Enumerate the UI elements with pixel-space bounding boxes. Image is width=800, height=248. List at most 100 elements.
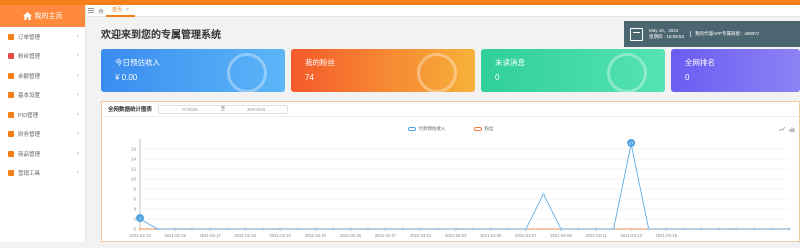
legend-item-fans[interactable]: 粉丝 xyxy=(473,126,494,132)
sidebar-brand[interactable]: 我的主页 xyxy=(0,5,85,27)
sidebar-item[interactable]: 粉丝管理 › xyxy=(0,47,85,67)
data-point xyxy=(594,227,598,231)
menu-toggle-icon[interactable] xyxy=(86,5,96,17)
chart-legend: 付款预估收入 粉丝 xyxy=(102,126,799,132)
sidebar-item-label: 订单管理 xyxy=(18,34,41,41)
stats-panel: 全网数据统计图表 Pri2028 至 30R2026 付款预估收入 粉丝 0 2 4… xyxy=(101,101,800,242)
data-point xyxy=(647,227,650,231)
tab-home-icon[interactable] xyxy=(96,5,106,17)
data-point xyxy=(752,227,756,231)
card-value: 74 xyxy=(305,73,314,82)
data-point xyxy=(682,227,686,231)
bar-chart-icon[interactable] xyxy=(789,127,795,132)
chevron-right-icon: › xyxy=(77,33,79,40)
legend-label: 粉丝 xyxy=(484,126,494,131)
chart-toolbox xyxy=(779,127,795,132)
data-point xyxy=(296,227,300,231)
data-point xyxy=(542,227,545,231)
line-chart-icon[interactable] xyxy=(779,127,785,132)
card-my-fans[interactable]: 我的粉丝 74 xyxy=(291,49,475,92)
line-chart: 0 2 4 6 8 10 12 14 16 2021-02-13 2021-02-15 2021-02… xyxy=(129,139,791,238)
tabs-bar: 首页 × xyxy=(86,5,800,17)
data-point xyxy=(331,227,335,231)
date-range-picker[interactable]: Pri2028 至 30R2026 xyxy=(158,104,289,114)
y-tick-label: 6 xyxy=(133,197,136,202)
x-tick-label: 2021-03-07 xyxy=(515,233,537,238)
data-point xyxy=(717,227,721,231)
y-tick-label: 16 xyxy=(131,147,137,152)
tab-home[interactable]: 首页 × xyxy=(106,5,135,17)
sidebar-item-label: 基本设置 xyxy=(18,93,41,100)
data-point xyxy=(664,227,668,231)
x-tick-label: 2021-03-09 xyxy=(550,233,572,238)
data-point xyxy=(226,227,229,231)
card-global-rank[interactable]: 全网排名 0 xyxy=(671,49,800,92)
card-title: 今日预估收入 xyxy=(115,58,160,67)
data-point xyxy=(454,227,457,231)
card-today-income[interactable]: 今日预估收入 ¥ 0.00 xyxy=(101,49,285,92)
chevron-right-icon: › xyxy=(77,170,79,177)
card-value: ¥ 0.00 xyxy=(115,73,138,82)
legend-swatch-icon xyxy=(407,127,416,131)
users-icon xyxy=(417,53,457,92)
data-point xyxy=(366,227,370,231)
data-point xyxy=(279,227,282,231)
sidebar-item[interactable]: PID管理 › xyxy=(0,105,85,125)
notice-message[interactable]: 我的代理APP专属链接：a9097z xyxy=(690,31,759,37)
sidebar-item-label: 余额管理 xyxy=(18,73,41,80)
sidebar-item[interactable]: 余额管理 › xyxy=(0,66,85,86)
data-point xyxy=(542,192,545,196)
card-value: 0 xyxy=(495,73,500,82)
sidebar-item[interactable]: 商品管理 › xyxy=(0,144,85,164)
data-point xyxy=(314,227,317,231)
chart-area: 付款预估收入 粉丝 0 2 4 6 8 10 12 14 16 2021-02-13 2021-02… xyxy=(102,117,799,243)
x-tick-label: 2021-02-27 xyxy=(375,233,397,238)
chevron-right-icon: › xyxy=(77,92,79,99)
x-tick-label: 2021-03-15 xyxy=(656,233,678,238)
menu-icon xyxy=(8,131,14,138)
x-tick-label: 2021-02-25 xyxy=(340,233,362,238)
data-point xyxy=(787,227,791,231)
menu-icon xyxy=(8,33,14,40)
data-point xyxy=(436,227,440,231)
legend-item-income[interactable]: 付款预估收入 xyxy=(407,126,446,132)
tab-close-icon[interactable]: × xyxy=(126,7,129,13)
card-title: 全网排名 xyxy=(685,58,715,67)
y-tick-label: 2 xyxy=(133,217,136,222)
data-point xyxy=(243,227,247,231)
sidebar-item[interactable]: 基本设置 › xyxy=(0,86,85,106)
legend-swatch-icon xyxy=(473,127,482,131)
data-point xyxy=(524,227,528,231)
date-start[interactable]: Pri2028 xyxy=(159,107,221,112)
data-point xyxy=(208,227,212,231)
sidebar-item[interactable]: 财务管理 › xyxy=(0,125,85,145)
sidebar-item[interactable]: 订单管理 › xyxy=(0,27,85,47)
x-tick-label: 2021-03-01 xyxy=(410,233,432,238)
date-end[interactable]: 30R2026 xyxy=(225,107,287,112)
x-tick-label: 2021-02-17 xyxy=(199,233,221,238)
page-title: 欢迎来到您的专属管理系统 xyxy=(101,30,221,41)
sidebar-item-label: 商品管理 xyxy=(18,151,41,158)
home-icon xyxy=(22,12,32,20)
data-point xyxy=(489,227,493,231)
menu-icon xyxy=(8,150,14,157)
data-point xyxy=(559,227,563,231)
card-unread-messages[interactable]: 未读消息 0 xyxy=(481,49,665,92)
data-point xyxy=(384,227,387,231)
chevron-right-icon: › xyxy=(77,111,79,118)
data-point xyxy=(629,227,633,231)
legend-label: 付款预估收入 xyxy=(418,126,446,131)
x-tick-label: 2021-02-23 xyxy=(305,233,327,238)
sidebar-item[interactable]: 营销工具 › xyxy=(0,164,85,184)
x-tick-label: 2021-03-11 xyxy=(585,233,607,238)
point-label: 17 xyxy=(629,141,634,146)
data-point xyxy=(612,227,615,231)
x-tick-label: 2021-02-15 xyxy=(164,233,186,238)
card-value: 0 xyxy=(685,73,690,82)
data-point xyxy=(472,227,475,231)
series-line-0 xyxy=(139,143,789,230)
y-tick-label: 0 xyxy=(133,227,136,232)
x-tick-label: 2021-03-03 xyxy=(445,233,467,238)
menu-icon xyxy=(8,72,14,79)
data-point xyxy=(770,227,773,231)
